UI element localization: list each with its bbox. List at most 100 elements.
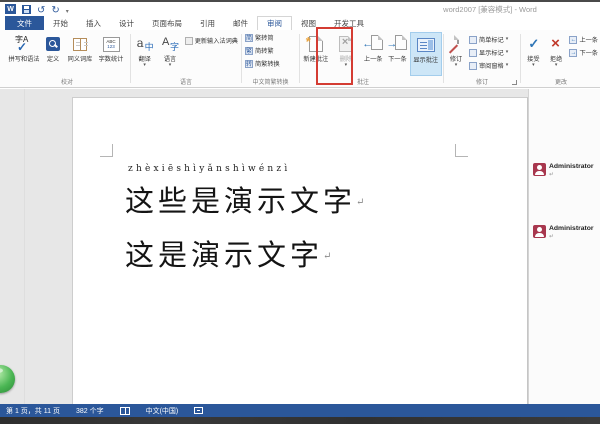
show-comments-button[interactable]: 显示批注 (410, 32, 442, 76)
previous-comment-icon (363, 35, 383, 53)
dropdown-arrow-icon: ▾ (455, 63, 458, 68)
document-text-line-1[interactable]: 这些是演示文字↵ (125, 178, 364, 220)
comment-author-name: Administrator↵ (549, 163, 594, 179)
next-change-button[interactable]: 下一条 (567, 46, 600, 59)
group-label-proofing: 校对 (6, 77, 128, 86)
group-label-language: 语言 (132, 77, 240, 86)
taskbar-edge (0, 417, 600, 424)
track-changes-button[interactable]: 修订 ▾ (445, 32, 467, 76)
word-logo-icon (5, 4, 16, 14)
document-page[interactable]: zhèxiēshìyǎnshìwénzì 这些是演示文字↵ 这是演示文字↵ (72, 97, 528, 404)
proofing-status-icon[interactable] (120, 407, 130, 415)
group-language: 翻译 ▾ 语言 ▾ 更新输入法词典 语言 (132, 30, 240, 87)
next-comment-button[interactable]: 下一条 (385, 32, 409, 76)
accept-button[interactable]: 接受 ▾ (522, 32, 545, 76)
group-label-comments: 批注 (284, 77, 442, 86)
tab-mailings[interactable]: 邮件 (224, 16, 257, 30)
group-tracking: 修订 ▾ 简单标记 ▾ 显示标记 ▾ (445, 30, 519, 87)
dropdown-arrow-icon: ▾ (555, 63, 558, 68)
comment-author-name: Administrator↵ (549, 225, 594, 241)
language-button[interactable]: 语言 ▾ (157, 32, 182, 76)
reviewing-pane-icon (469, 62, 477, 70)
reviewing-pane-dropdown[interactable]: 审阅窗格 ▾ (467, 59, 510, 72)
tracking-dialog-launcher-icon[interactable] (512, 80, 517, 85)
translate-button[interactable]: 翻译 ▾ (132, 32, 157, 76)
tab-references[interactable]: 引用 (191, 16, 224, 30)
previous-change-icon (569, 36, 577, 44)
group-label-tracking: 修订 (445, 77, 519, 86)
tab-home[interactable]: 开始 (44, 16, 77, 30)
show-markup-icon (469, 49, 477, 57)
ribbon: 拼写和语法 定义 同义词库 字数统计 校对 (0, 30, 600, 88)
pane-divider (24, 89, 25, 404)
thesaurus-book-icon (73, 38, 87, 51)
comment-entry[interactable]: Administrator↵ (533, 225, 594, 241)
comment-entry[interactable]: Administrator↵ (533, 163, 594, 179)
paragraph-mark-icon: ↵ (323, 251, 331, 262)
spelling-check-icon (12, 34, 36, 54)
tab-design[interactable]: 设计 (110, 16, 143, 30)
next-comment-icon (387, 35, 407, 53)
convert-icon: 转 (245, 60, 253, 68)
trad-to-simp-icon: 简 (245, 34, 253, 42)
ime-dictionary-icon (185, 37, 193, 45)
dropdown-arrow-icon: ▾ (169, 63, 172, 68)
group-proofing: 拼写和语法 定义 同义词库 字数统计 校对 (6, 30, 128, 87)
language-status[interactable]: 中文(中国) (146, 406, 179, 416)
tab-review[interactable]: 审阅 (257, 16, 292, 30)
dropdown-arrow-icon: ▾ (506, 50, 509, 55)
tab-insert[interactable]: 插入 (77, 16, 110, 30)
language-icon (161, 35, 179, 53)
simple-markup-dropdown[interactable]: 简单标记 ▾ (467, 33, 510, 46)
thesaurus-button[interactable]: 同义词库 (64, 32, 96, 76)
status-bar: 第 1 页，共 11 页 382 个字 中文(中国) (0, 404, 600, 417)
paragraph-mark-icon: ↵ (356, 197, 364, 208)
comment-author-avatar (533, 163, 546, 176)
previous-comment-button[interactable]: 上一条 (361, 32, 385, 76)
margin-crop-mark-left (100, 144, 113, 157)
dropdown-arrow-icon: ▾ (506, 63, 509, 68)
next-change-icon (569, 49, 577, 57)
group-separator (520, 34, 521, 83)
word-window: word2007 [兼容模式] - Word 文件 开始 插入 设计 页面布局 … (0, 0, 600, 424)
group-changes: 接受 ▾ 拒绝 ▾ 上一条 下一条 (522, 30, 600, 87)
paragraph-mark-icon: ↵ (549, 171, 594, 179)
comment-author-avatar (533, 225, 546, 238)
document-canvas: zhèxiēshìyǎnshìwénzì 这些是演示文字↵ 这是演示文字↵ Ad… (0, 89, 600, 404)
dropdown-arrow-icon: ▾ (143, 63, 146, 68)
reject-change-icon (548, 36, 564, 53)
ribbon-tab-row: 文件 开始 插入 设计 页面布局 引用 邮件 审阅 视图 开发工具 (0, 16, 600, 30)
previous-change-button[interactable]: 上一条 (567, 33, 600, 46)
document-text-line-2[interactable]: 这是演示文字↵ (125, 232, 331, 274)
accept-change-icon (525, 36, 541, 53)
show-markup-dropdown[interactable]: 显示标记 ▾ (467, 46, 510, 59)
spelling-grammar-button[interactable]: 拼写和语法 (6, 32, 42, 76)
word-count-button[interactable]: 字数统计 (96, 32, 126, 76)
highlight-box (316, 27, 353, 85)
word-count-icon (103, 37, 120, 52)
track-changes-icon (448, 36, 464, 53)
reject-button[interactable]: 拒绝 ▾ (545, 32, 568, 76)
group-label-changes: 更改 (522, 77, 600, 86)
word-count-status[interactable]: 382 个字 (76, 406, 104, 416)
group-separator (443, 34, 444, 83)
title-bar: word2007 [兼容模式] - Word (0, 2, 600, 16)
group-separator (130, 34, 131, 83)
pinyin-guide-text[interactable]: zhèxiēshìyǎnshìwénzì (128, 164, 290, 174)
show-comments-icon (417, 38, 435, 52)
paragraph-mark-icon: ↵ (549, 233, 594, 241)
window-title: word2007 [兼容模式] - Word (380, 4, 600, 15)
save-icon[interactable] (22, 5, 31, 14)
simple-markup-icon (469, 36, 477, 44)
define-magnifier-icon (46, 37, 60, 51)
group-comments: 新建批注 删除 ▾ 上一条 下一条 显示批注 (284, 30, 442, 87)
tab-file[interactable]: 文件 (5, 16, 44, 30)
page-number-status[interactable]: 第 1 页，共 11 页 (6, 406, 60, 416)
group-separator (241, 34, 242, 83)
update-ime-dictionary-button[interactable]: 更新输入法词典 (183, 34, 240, 47)
tab-page-layout[interactable]: 页面布局 (143, 16, 191, 30)
dropdown-arrow-icon: ▾ (506, 37, 509, 42)
macro-record-icon[interactable] (194, 407, 203, 414)
margin-crop-mark-right (455, 144, 468, 157)
define-button[interactable]: 定义 (42, 32, 64, 76)
